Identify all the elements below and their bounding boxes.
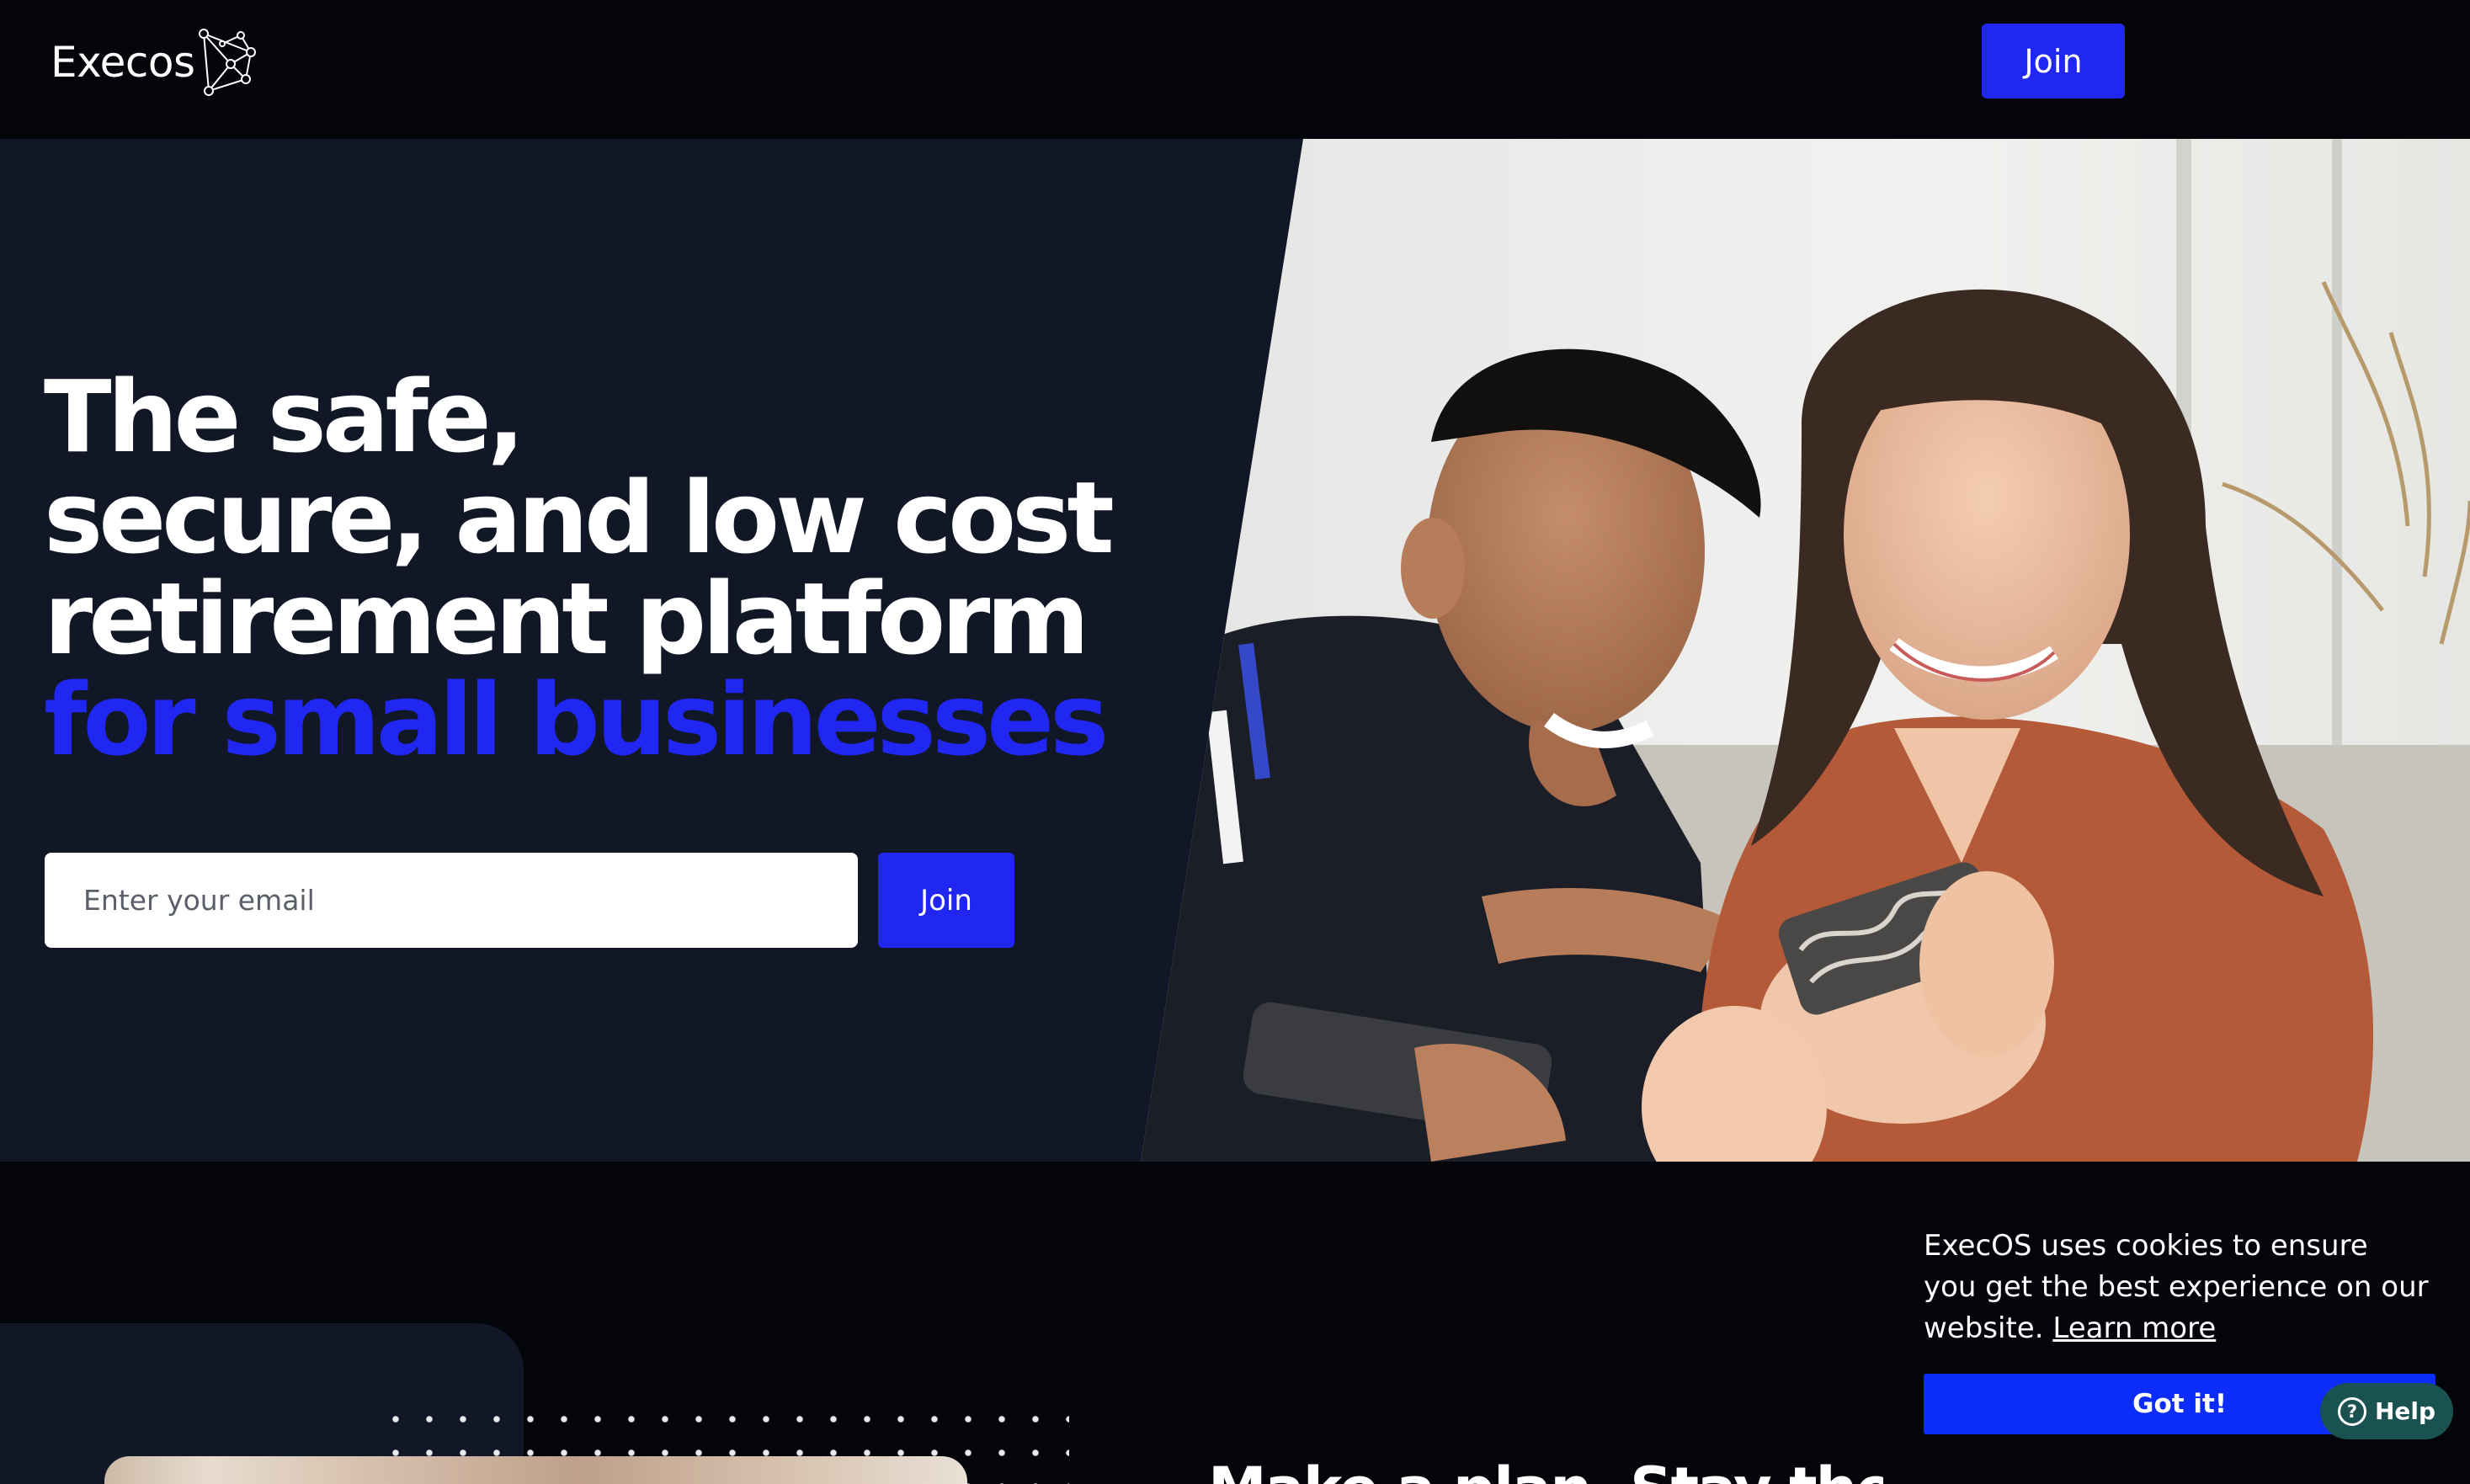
hero-title-line-3: retirement platform — [44, 561, 1089, 677]
help-label: Help — [2374, 1397, 2436, 1425]
network-node-icon — [198, 29, 256, 96]
question-circle-icon: ? — [2337, 1396, 2366, 1426]
brand-name: Execos — [51, 38, 195, 87]
hero-title-line-1: The safe, — [44, 359, 525, 475]
help-button[interactable]: ? Help — [2320, 1383, 2453, 1439]
cookie-message: ExecOS uses cookies to ensure you get th… — [1924, 1226, 2429, 1349]
email-field[interactable] — [45, 853, 858, 948]
section-photo — [104, 1456, 967, 1484]
hero-title-line-2: secure, and low cost — [44, 460, 1115, 576]
header-join-button[interactable]: Join — [1982, 24, 2125, 98]
hero-title-accent: for small businesses — [44, 662, 1109, 778]
brand-logo[interactable]: Execos — [51, 27, 258, 98]
learn-more-link[interactable]: Learn more — [2052, 1311, 2216, 1345]
hero-join-button[interactable]: Join — [878, 853, 1014, 948]
site-header: Execos Join — [0, 0, 2470, 139]
hero-title: The safe, secure, and low cost retiremen… — [44, 366, 1138, 770]
hero-section: The safe, secure, and low cost retiremen… — [0, 139, 2470, 1162]
